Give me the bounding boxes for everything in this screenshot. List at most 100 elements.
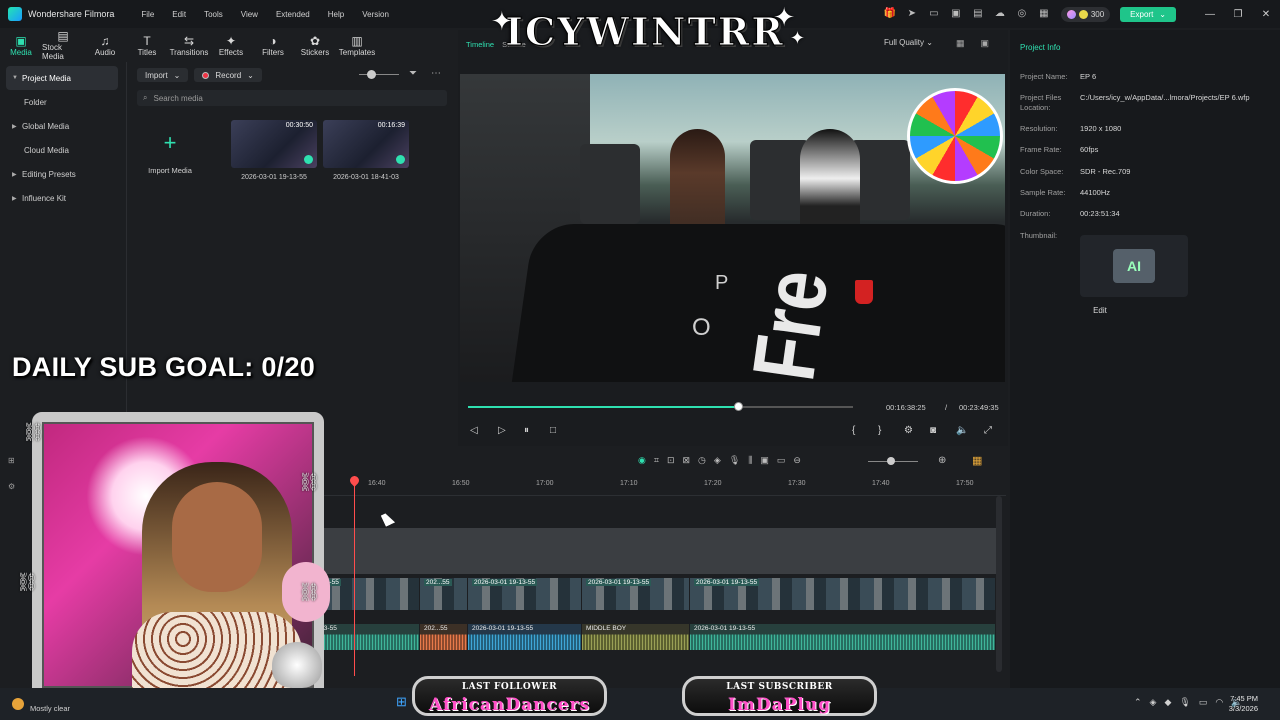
- send-icon[interactable]: ➤: [906, 8, 918, 20]
- app-tray-icon[interactable]: ◈: [1150, 697, 1157, 708]
- menu-view[interactable]: View: [232, 10, 267, 19]
- speed-icon[interactable]: ◷: [698, 455, 706, 466]
- import-dropdown[interactable]: Import ⌄: [137, 68, 189, 82]
- pause-icon[interactable]: ⏸: [524, 425, 529, 436]
- sidebar-item-editing-presets[interactable]: ▶ Editing Presets: [6, 162, 118, 186]
- sidebar-item-project-media[interactable]: ▼ Project Media: [6, 66, 118, 90]
- taskbar-clock[interactable]: 7:45 PM 3/3/2026: [1229, 694, 1258, 714]
- windows-start-icon[interactable]: ⊞: [396, 694, 407, 710]
- marker-icon[interactable]: ◈: [714, 455, 721, 466]
- previous-frame-icon[interactable]: ◁: [470, 425, 478, 436]
- close-icon[interactable]: ✕: [1252, 9, 1280, 20]
- mark-in-icon[interactable]: {: [852, 425, 855, 436]
- audio-clip[interactable]: MIDDLE BOY: [582, 624, 690, 650]
- sidebar-item-cloud-media[interactable]: Cloud Media: [6, 138, 118, 162]
- menu-edit[interactable]: Edit: [163, 10, 195, 19]
- search-input[interactable]: ⌕ Search media: [137, 90, 447, 106]
- ai-tool-icon[interactable]: ◉: [638, 455, 646, 466]
- mixer-icon[interactable]: ⫼: [748, 455, 752, 466]
- video-clip[interactable]: 2026-03-01 19-13-55: [582, 578, 690, 610]
- weather-widget[interactable]: Mostly clear: [12, 697, 70, 713]
- tab-audio[interactable]: ♫ Audio: [84, 28, 126, 62]
- split-icon[interactable]: ⌗: [654, 455, 659, 466]
- audio-clip[interactable]: 2026-03-01 19-13-55: [468, 624, 582, 650]
- tab-titles[interactable]: T Titles: [126, 28, 168, 62]
- edit-thumbnail-button[interactable]: Edit: [1080, 306, 1120, 315]
- fullscreen-icon[interactable]: ⤢: [984, 425, 992, 436]
- zoom-in-icon[interactable]: ⊕: [938, 455, 946, 466]
- menu-extended[interactable]: Extended: [267, 10, 319, 19]
- crop-icon[interactable]: ⊡: [667, 455, 675, 466]
- preview-progress-bar[interactable]: [468, 402, 853, 411]
- thumbnail-size-slider[interactable]: [359, 74, 399, 75]
- wifi-icon[interactable]: ◠: [1215, 697, 1223, 708]
- grid-view-icon[interactable]: ▦: [956, 38, 965, 49]
- audio-clip[interactable]: 2026-03-01 19-13-55: [690, 624, 996, 650]
- play-icon[interactable]: ▷: [498, 425, 506, 436]
- playhead[interactable]: [354, 476, 355, 676]
- mic-tray-icon[interactable]: 🎙: [1179, 697, 1190, 708]
- tab-effects[interactable]: ✦ Effects: [210, 28, 252, 62]
- video-clip[interactable]: 202...55: [420, 578, 468, 610]
- grid-icon[interactable]: ▦: [1038, 8, 1050, 20]
- media-clip[interactable]: 00:30:50 2026-03-01 19-13-55: [231, 120, 317, 181]
- media-clip[interactable]: 00:16:39 2026-03-01 18-41-03: [323, 120, 409, 181]
- empty-track[interactable]: [318, 528, 996, 574]
- more-icon[interactable]: ⋯: [431, 68, 441, 79]
- tab-templates[interactable]: ▥ Templates: [336, 28, 378, 62]
- menu-file[interactable]: File: [132, 10, 163, 19]
- filter-icon[interactable]: ⏷: [409, 68, 417, 79]
- sidebar-item-influence-kit[interactable]: ▶ Influence Kit: [6, 186, 118, 210]
- record-dropdown[interactable]: Record ⌄: [194, 68, 262, 82]
- video-preview[interactable]: P O Fre: [460, 74, 1005, 382]
- menu-help[interactable]: Help: [319, 10, 353, 19]
- video-clip[interactable]: :3-55: [318, 578, 420, 610]
- tab-stock-media[interactable]: ▤ Stock Media: [42, 28, 84, 62]
- thumbnail-size-knob[interactable]: [367, 70, 376, 79]
- volume-icon[interactable]: 🔈: [956, 425, 968, 436]
- tab-media[interactable]: ▣ Media: [0, 28, 42, 62]
- stop-icon[interactable]: □: [550, 425, 556, 436]
- mic-icon[interactable]: 🎙: [729, 455, 740, 466]
- caption-icon[interactable]: ▭: [777, 455, 786, 466]
- layout-grid-icon[interactable]: ▦: [972, 454, 982, 467]
- timeline-scrollbar[interactable]: [996, 496, 1002, 672]
- gift-icon[interactable]: 🎁: [884, 8, 896, 20]
- snapshot-icon[interactable]: ▣: [981, 38, 990, 49]
- shield-icon[interactable]: ◆: [1164, 697, 1171, 708]
- zoom-out-icon[interactable]: ⊖: [793, 455, 801, 466]
- import-media-tile[interactable]: + Import Media: [137, 120, 203, 186]
- support-icon[interactable]: ◎: [1016, 8, 1028, 20]
- camera-icon[interactable]: ◙: [930, 425, 936, 436]
- timeline-ruler[interactable]: 16:40 16:50 17:00 17:10 17:20 17:30 17:4…: [318, 476, 1006, 496]
- video-clip[interactable]: 2026-03-01 19-13-55: [468, 578, 582, 610]
- mark-out-icon[interactable]: }: [878, 425, 881, 436]
- tab-transitions[interactable]: ⇆ Transitions: [168, 28, 210, 62]
- minimize-icon[interactable]: —: [1196, 9, 1224, 20]
- monitor-icon[interactable]: ▭: [1199, 697, 1208, 708]
- audio-clip[interactable]: 202...55: [420, 624, 468, 650]
- credits-badge[interactable]: 300: [1060, 6, 1111, 22]
- video-clip[interactable]: 2026-03-01 19-13-55: [690, 578, 996, 610]
- timeline-zoom-knob[interactable]: [887, 457, 895, 465]
- menu-tools[interactable]: Tools: [195, 10, 232, 19]
- tab-stickers[interactable]: ✿ Stickers: [294, 28, 336, 62]
- transform-icon[interactable]: ⊠: [682, 455, 690, 466]
- layout-icon[interactable]: ▭: [928, 8, 940, 20]
- maximize-icon[interactable]: ❐: [1224, 9, 1252, 20]
- export-button[interactable]: Export ⌄: [1120, 6, 1176, 22]
- audio-clip[interactable]: :3-55: [318, 624, 420, 650]
- render-icon[interactable]: ⚙: [904, 425, 913, 436]
- pip-icon[interactable]: ▣: [760, 455, 769, 466]
- image-icon[interactable]: ▣: [950, 8, 962, 20]
- save-icon[interactable]: ▤: [972, 8, 984, 20]
- thumbnail-preview[interactable]: AI: [1080, 235, 1188, 297]
- tab-filters[interactable]: ◑ Filters: [252, 28, 294, 62]
- sidebar-item-folder[interactable]: Folder: [6, 90, 118, 114]
- chevron-up-icon[interactable]: ⌃: [1134, 697, 1142, 708]
- menu-version[interactable]: Version: [353, 10, 398, 19]
- sidebar-item-global-media[interactable]: ▶ Global Media: [6, 114, 118, 138]
- quality-dropdown[interactable]: Full Quality ⌄: [884, 38, 933, 47]
- preview-progress-knob[interactable]: [733, 402, 743, 411]
- cloud-icon[interactable]: ☁: [994, 8, 1006, 20]
